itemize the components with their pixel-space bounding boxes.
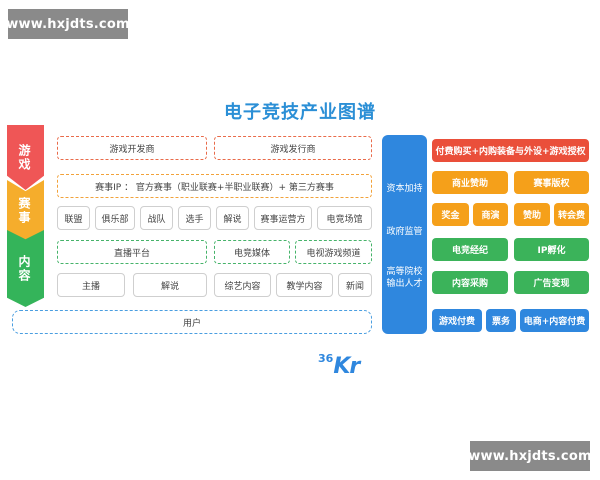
event-copyright-box: 赛事版权 [514,171,589,194]
game-developer-box: 游戏开发商 [57,136,207,160]
event-operator-box: 赛事运营方 [254,206,312,230]
logo-number: 36 [318,352,334,365]
government-regulation-label: 政府监管 [386,227,423,237]
university-talent-label: 高等院校 输出人才 [386,267,423,289]
content-procurement-box: 内容采购 [432,271,508,294]
36kr-logo: 36Kr [318,352,378,384]
team-box: 战队 [140,206,173,230]
stage-event-label: 赛事 [17,197,31,225]
game-payment-box: 游戏付费 [432,309,482,332]
variety-content-box: 综艺内容 [214,273,271,297]
commentary-box: 解说 [133,273,207,297]
stage-game-label: 游戏 [17,143,31,172]
watermark-bottom: www.hxjdts.com [468,441,592,471]
commentator-box: 解说 [216,206,249,230]
user-bar: 用户 [12,310,372,334]
event-ip-box: 赛事IP ： 官方赛事（职业联赛+半职业联赛）+ 第三方赛事 [57,174,372,198]
logo-letters: Kr [333,354,360,379]
transfer-fee-box: 转会费 [554,203,589,226]
tv-game-channel-box: 电视游戏频道 [295,240,372,264]
streamer-box: 主播 [57,273,125,297]
ip-incubation-box: IP孵化 [514,238,589,261]
club-box: 俱乐部 [95,206,135,230]
ad-monetization-box: 广告变现 [514,271,589,294]
esports-venue-box: 电竞场馆 [317,206,372,230]
stage-game: 游戏 [7,125,44,190]
streaming-platform-box: 直播平台 [57,240,207,264]
esports-agency-box: 电竞经纪 [432,238,508,261]
tutorial-content-box: 教学内容 [276,273,333,297]
watermark-top: www.hxjdts.com [6,9,130,39]
esports-media-box: 电竞媒体 [214,240,290,264]
news-box: 新闻 [338,273,372,297]
league-box: 联盟 [57,206,90,230]
ticketing-box: 票务 [486,309,516,332]
ecommerce-content-payment-box: 电商+内容付费 [520,309,589,332]
diagram-title: 电子竞技产业图谱 [224,102,376,123]
commercial-sponsorship-box: 商业赞助 [432,171,508,194]
support-column: 资本加持 政府监管 高等院校 输出人才 [382,135,427,334]
stage-content-label: 内容 [17,254,31,283]
game-revenue-box: 付费购买+内购装备与外设+游戏授权 [432,139,589,162]
player-box: 选手 [178,206,211,230]
prize-box: 奖金 [432,203,469,226]
commercial-show-box: 商演 [473,203,508,226]
sponsorship-box: 赞助 [514,203,550,226]
capital-support-label: 资本加持 [386,184,423,194]
game-publisher-box: 游戏发行商 [214,136,372,160]
stage-content: 内容 [7,230,44,307]
